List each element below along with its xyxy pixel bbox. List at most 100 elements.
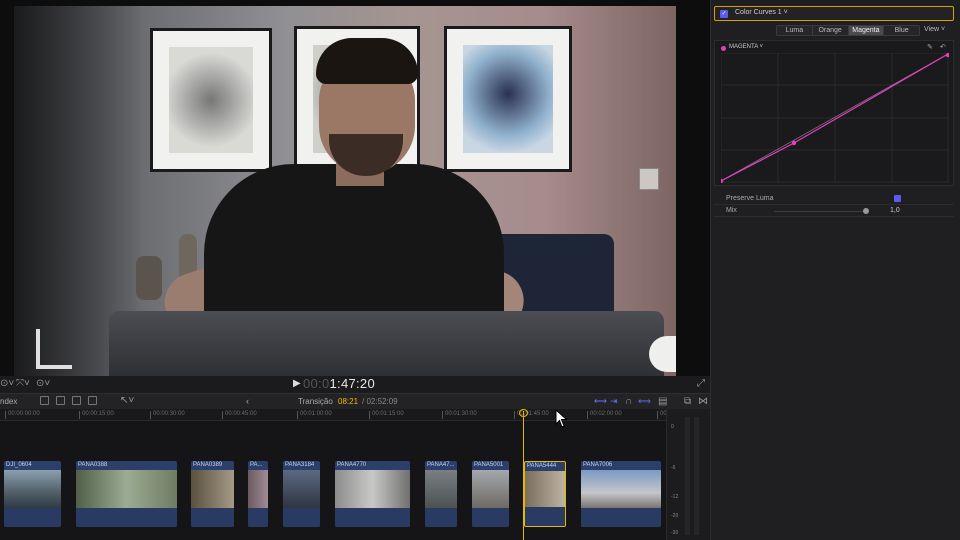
clip-name: PANA3184 (285, 462, 315, 468)
clip-appearance-icon[interactable] (40, 396, 49, 405)
current-timecode: 08:21 (338, 397, 359, 406)
clip-name: PANA5444 (527, 463, 557, 469)
reset-icon[interactable]: ↶ (940, 43, 946, 51)
select-tool-icon[interactable]: ↖˅ (120, 395, 134, 406)
wall-picture-left (150, 28, 272, 172)
tab-orange[interactable]: Orange (812, 26, 849, 35)
meter-label: -30 (671, 530, 679, 536)
ruler-tick: 00:01:15:00 (369, 411, 404, 419)
clip-name: PA... (250, 462, 263, 468)
meter-label: -12 (671, 494, 679, 500)
timeline-clip[interactable]: PANA7006 (581, 461, 661, 527)
l-logo-mark (36, 329, 72, 369)
clip-name: DJI_0604 (6, 462, 32, 468)
timeline-clip[interactable]: PANA4770 (335, 461, 410, 527)
timeline-clip[interactable]: DJI_0604 (4, 461, 61, 527)
clip-appearance-icon[interactable] (56, 396, 65, 405)
channel-selector[interactable]: MAGENTA ˅ (729, 44, 763, 50)
preserve-luma-label: Preserve Luma (726, 195, 774, 202)
index-button[interactable]: ndex (0, 397, 17, 406)
timeline-clip[interactable]: PA... (248, 461, 268, 527)
playhead[interactable] (523, 411, 524, 540)
film-icon[interactable]: ▤ (658, 396, 667, 407)
app-root: ⊙˅ ⤧˅ ⊙˅ ▶ 00:01:47:20 ⤢ ndex ↖˅ ‹ Trans… (0, 0, 960, 540)
crop-tool-icon[interactable]: ⤧˅ (16, 378, 30, 389)
mouse-cursor-icon (555, 409, 568, 428)
person-hair (316, 38, 418, 84)
curve-editor[interactable]: MAGENTA ˅ ✎ ↶ (714, 40, 954, 186)
timeline-header: ndex ↖˅ ‹ Transição 08:21 / 02:52:09 ⟷ ⇥… (0, 393, 710, 409)
effect-parameters: Preserve Luma Mix 1,0 (714, 190, 954, 218)
clip-name: PANA0388 (78, 462, 108, 468)
effect-header[interactable]: ✓ Color Curves 1 ˅ (714, 6, 954, 21)
meter-bar (685, 417, 690, 535)
speed-tool-icon[interactable]: ⊙˅ (36, 378, 50, 389)
wall-picture-right (444, 26, 572, 172)
clip-name: PANA0389 (193, 462, 223, 468)
timeline-clip[interactable]: PANA0388 (76, 461, 177, 527)
timecode-display: 00:01:47:20 (303, 376, 375, 391)
ruler-tick: 00:01:00:00 (297, 411, 332, 419)
ruler-tick: 00:00:45:00 (222, 411, 257, 419)
layout-icon[interactable]: ⧉ (684, 396, 691, 407)
clip-name: PANA47... (427, 462, 455, 468)
laptop (109, 311, 664, 376)
tab-blue[interactable]: Blue (884, 26, 919, 35)
param-mix: Mix 1,0 (714, 205, 954, 217)
timeline-clip-selected[interactable]: PANA5444 (524, 461, 566, 527)
meter-label: 0 (671, 424, 674, 430)
clip-appearance-icon[interactable] (72, 396, 81, 405)
project-name: Transição (298, 397, 333, 406)
viewer (0, 0, 710, 376)
timeline-clip[interactable]: PANA5001 (472, 461, 509, 527)
timeline-clip[interactable]: PANA47... (425, 461, 457, 527)
eyedropper-icon[interactable]: ✎ (927, 43, 933, 51)
curve-point (945, 53, 949, 58)
audio-meters: 0 -6 -12 -20 -30 (666, 409, 710, 540)
clip-name: PANA5001 (474, 462, 504, 468)
timeline-track[interactable]: DJI_0604 PANA0388 PANA0389 PA... PANA318… (0, 421, 666, 540)
transform-tool-icon[interactable]: ⊙˅ (0, 378, 14, 389)
wall-switch (639, 168, 659, 190)
preserve-luma-checkbox[interactable] (894, 195, 901, 202)
timeline-clip[interactable]: PANA0389 (191, 461, 234, 527)
total-duration: / 02:52:09 (362, 397, 398, 406)
curve-point (791, 140, 797, 146)
skimming-icon[interactable]: ⟷ (594, 396, 607, 407)
ruler-tick: 00:01:30:00 (442, 411, 477, 419)
viewer-controls: ⊙˅ ⤧˅ ⊙˅ ▶ 00:01:47:20 ⤢ (0, 376, 710, 393)
mix-label: Mix (726, 207, 737, 214)
view-menu[interactable]: View ˅ (924, 26, 945, 33)
ruler-tick: 00:00:30:00 (150, 411, 185, 419)
ruler-tick: 00:00:15:00 (79, 411, 114, 419)
playhead-handle[interactable] (519, 409, 528, 417)
fullscreen-icon[interactable]: ⤢ (697, 378, 705, 389)
clip-name: PANA7006 (583, 462, 613, 468)
tab-magenta[interactable]: Magenta (848, 26, 885, 35)
clip-name: PANA4770 (337, 462, 367, 468)
mix-slider-handle[interactable] (863, 208, 869, 214)
effect-enable-checkbox[interactable]: ✓ (720, 10, 728, 18)
bowtie-icon[interactable]: ⋈ (698, 396, 708, 407)
vase (136, 256, 162, 300)
video-frame (14, 6, 676, 376)
curve-graph[interactable] (721, 53, 949, 183)
back-arrow-icon[interactable]: ‹ (246, 396, 249, 406)
audio-skimming-icon[interactable]: ⇥ (610, 396, 618, 407)
effect-name[interactable]: Color Curves 1 ˅ (735, 9, 788, 16)
meter-label: -6 (671, 465, 676, 471)
meter-bar (694, 417, 699, 535)
mix-value[interactable]: 1,0 (890, 207, 900, 214)
ruler-tick: 00:00:00:00 (5, 411, 40, 419)
headphones-icon[interactable]: ∩ (625, 396, 632, 407)
timeline-clip[interactable]: PANA3184 (283, 461, 320, 527)
timecode-dim: 00:0 (303, 376, 330, 391)
clip-appearance-icon[interactable] (88, 396, 97, 405)
tab-luma[interactable]: Luma (777, 26, 813, 35)
ruler-tick: 00:02:00:00 (587, 411, 622, 419)
mix-slider[interactable] (774, 211, 869, 212)
curve-channel-tabs: Luma Orange Magenta Blue (776, 25, 920, 36)
play-button[interactable]: ▶ (293, 378, 301, 389)
snapping-icon[interactable]: ⟺ (638, 396, 651, 407)
meter-label: -20 (671, 513, 679, 519)
